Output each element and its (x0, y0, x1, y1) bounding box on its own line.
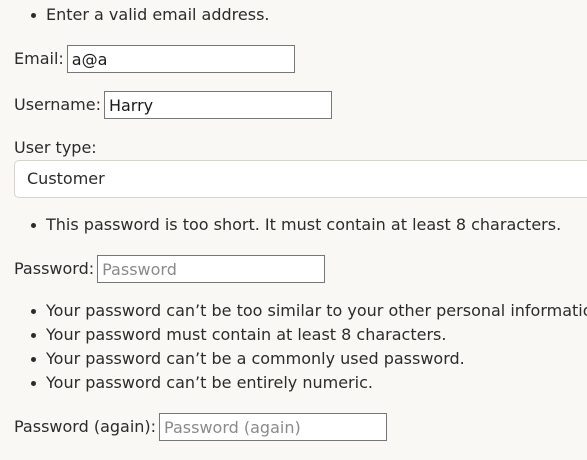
password-error-list: This password is too short. It must cont… (0, 213, 561, 237)
password-help-item: Your password can’t be a commonly used p… (0, 347, 587, 371)
password-help-item: Your password can’t be too similar to yo… (0, 299, 587, 323)
password-help-list: Your password can’t be too similar to yo… (0, 299, 587, 395)
email-row: Email: (14, 44, 295, 74)
password-label: Password: (14, 259, 95, 278)
password-field[interactable] (97, 255, 326, 283)
email-error-item: Enter a valid email address. (0, 3, 269, 27)
password-again-label: Password (again): (14, 417, 157, 436)
email-error-list: Enter a valid email address. (0, 3, 269, 27)
username-field[interactable] (103, 91, 332, 119)
password-help-item: Your password can’t be entirely numeric. (0, 371, 587, 395)
username-label: Username: (14, 95, 101, 114)
email-label: Email: (14, 49, 64, 68)
user-type-select[interactable]: Customer (14, 160, 587, 198)
password-again-row: Password (again): (14, 412, 388, 442)
password-error-item: This password is too short. It must cont… (0, 213, 561, 237)
email-field[interactable] (66, 45, 295, 73)
user-type-label: User type: (14, 138, 97, 157)
password-again-field[interactable] (159, 413, 388, 441)
username-row: Username: (14, 90, 332, 120)
password-row: Password: (14, 254, 326, 284)
signup-form: Enter a valid email address. Email: User… (0, 0, 587, 460)
password-help-item: Your password must contain at least 8 ch… (0, 323, 587, 347)
